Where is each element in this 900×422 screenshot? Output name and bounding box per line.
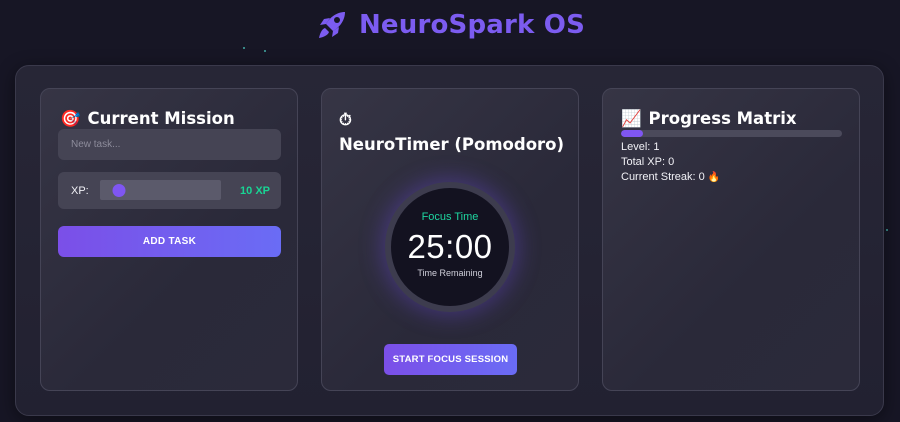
total-xp-stat: Total XP: 0 bbox=[621, 156, 675, 168]
app-header: NeuroSpark OS bbox=[0, 0, 900, 50]
star bbox=[886, 229, 888, 231]
timer-display: Focus Time 25:00 Time Remaining bbox=[385, 182, 515, 312]
dashboard-panel: 🎯 Current Mission XP: 10 XP ADD TASK ⏱ N… bbox=[15, 65, 884, 416]
chart-increasing-icon: 📈 bbox=[621, 109, 642, 128]
xp-progress-bar bbox=[621, 130, 842, 137]
xp-slider[interactable] bbox=[100, 180, 221, 200]
progress-matrix-title: 📈 Progress Matrix bbox=[621, 107, 797, 130]
current-mission-card: 🎯 Current Mission XP: 10 XP ADD TASK bbox=[40, 88, 298, 391]
timer-countdown: 25:00 bbox=[407, 227, 493, 265]
level-stat: Level: 1 bbox=[621, 141, 660, 153]
xp-selector: XP: 10 XP bbox=[58, 172, 281, 209]
rocket-icon bbox=[315, 8, 349, 42]
start-focus-session-button[interactable]: START FOCUS SESSION bbox=[384, 344, 517, 375]
neurotimer-title: ⏱ NeuroTimer (Pomodoro) bbox=[339, 107, 569, 157]
xp-slider-thumb[interactable] bbox=[112, 184, 126, 197]
neurotimer-card: ⏱ NeuroTimer (Pomodoro) Focus Time 25:00… bbox=[321, 88, 579, 391]
xp-label: XP: bbox=[71, 184, 89, 197]
app-title: NeuroSpark OS bbox=[358, 10, 586, 40]
current-mission-title: 🎯 Current Mission bbox=[60, 107, 235, 130]
progress-stats: Level: 1 Total XP: 0 Current Streak: 0 🔥 bbox=[621, 140, 720, 185]
star bbox=[264, 50, 266, 52]
progress-matrix-title-text: Progress Matrix bbox=[648, 109, 797, 128]
new-task-input[interactable] bbox=[58, 129, 281, 160]
neurotimer-title-text: NeuroTimer (Pomodoro) bbox=[339, 135, 565, 154]
progress-matrix-card: 📈 Progress Matrix Level: 1 Total XP: 0 C… bbox=[602, 88, 860, 391]
xp-value: 10 XP bbox=[240, 184, 270, 197]
timer-subtitle: Time Remaining bbox=[417, 267, 483, 278]
fire-icon: 🔥 bbox=[707, 172, 721, 183]
stopwatch-icon: ⏱ bbox=[339, 110, 352, 129]
streak-stat: Current Streak: 0 🔥 bbox=[621, 170, 720, 185]
xp-progress-fill bbox=[621, 130, 644, 137]
add-task-button[interactable]: ADD TASK bbox=[58, 226, 281, 257]
streak-stat-text: Current Streak: 0 bbox=[621, 171, 705, 183]
timer-mode: Focus Time bbox=[421, 210, 479, 223]
current-mission-title-text: Current Mission bbox=[87, 109, 235, 128]
target-icon: 🎯 bbox=[60, 109, 81, 128]
